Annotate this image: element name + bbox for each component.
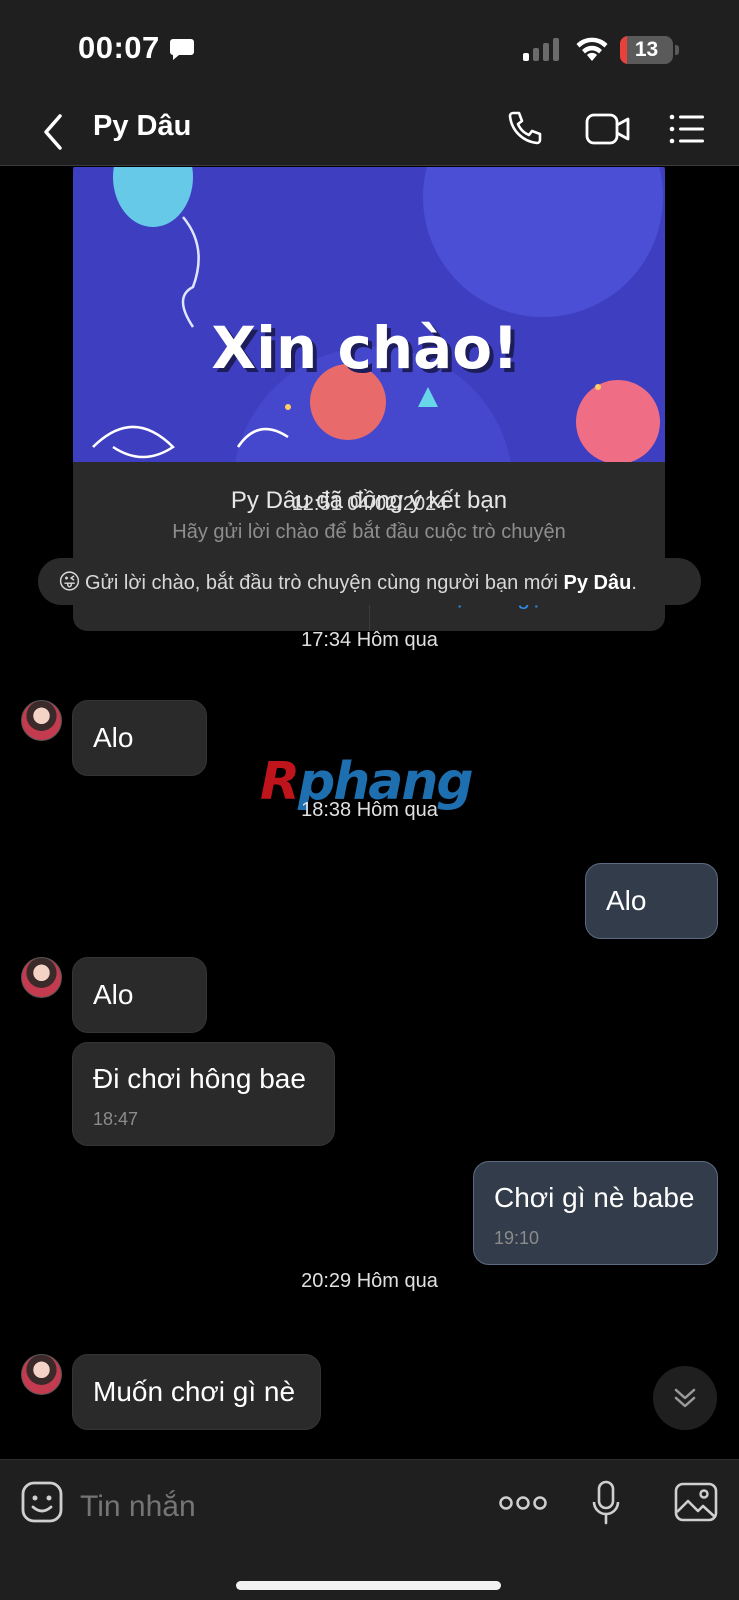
home-indicator[interactable] (236, 1581, 501, 1590)
message-text: Muốn chơi gì nè (93, 1376, 296, 1407)
battery-level: 13 (634, 38, 659, 61)
menu-list-icon[interactable] (668, 110, 706, 148)
battery-cap (675, 45, 679, 55)
sticker-emoji-icon[interactable] (21, 1481, 63, 1523)
status-time: 00:07 (78, 30, 160, 65)
avatar[interactable] (21, 700, 62, 741)
timestamp: 18:38 Hôm qua (301, 799, 438, 821)
chat-area[interactable]: Xin chào! Xin chào! Py Dâu đã đồng ý kết… (0, 167, 739, 1459)
battery-indicator: 13 (620, 36, 673, 64)
message-text: Alo (93, 722, 134, 753)
top-bar: 00:07 13 Py Dâu (0, 0, 739, 166)
incoming-message[interactable]: Alo (72, 700, 207, 776)
greeting-hint: 😜 Gửi lời chào, bắt đầu trò chuyện cùng n… (38, 558, 701, 605)
timestamp: 17:34 Hôm qua (301, 629, 438, 651)
banner-text: Xin chào! (211, 314, 518, 382)
wink-emoji-icon: 😜 (58, 569, 81, 594)
wifi-icon (576, 37, 608, 61)
hint-contact-name: Py Dâu (563, 572, 632, 594)
welcome-banner-image: Xin chào! Xin chào! (73, 167, 665, 462)
hint-text: Gửi lời chào, bắt đầu trò chuyện cùng ng… (84, 572, 564, 594)
avatar[interactable] (21, 1354, 62, 1395)
message-text: Alo (93, 979, 134, 1010)
microphone-icon[interactable] (592, 1480, 620, 1526)
timestamp: 12:51 04/02/2024 (291, 493, 448, 515)
contact-name[interactable]: Py Dâu (93, 110, 191, 143)
message-text: Chơi gì nè babe (494, 1182, 695, 1213)
phone-icon[interactable] (505, 110, 543, 148)
cell-signal-icon (523, 38, 559, 61)
hint-suffix: . (631, 572, 637, 594)
message-time: 18:47 (93, 1109, 139, 1129)
outgoing-message[interactable]: Chơi gì nè babe 19:10 (473, 1161, 718, 1265)
incoming-message[interactable]: Đi chơi hông bae 18:47 (72, 1042, 335, 1146)
outgoing-message[interactable]: Alo (585, 863, 718, 939)
double-chevron-down-icon (674, 1388, 696, 1408)
incoming-message[interactable]: Alo (72, 957, 207, 1033)
message-text: Alo (606, 885, 647, 916)
avatar[interactable] (21, 957, 62, 998)
message-notification-icon (170, 39, 194, 60)
scroll-to-bottom-button[interactable] (653, 1366, 717, 1430)
message-input[interactable] (80, 1484, 460, 1530)
message-time: 19:10 (494, 1228, 540, 1248)
timestamp: 20:29 Hôm qua (301, 1270, 438, 1292)
video-call-icon[interactable] (585, 110, 631, 148)
image-gallery-icon[interactable] (674, 1482, 718, 1522)
more-options-icon[interactable] (499, 1493, 547, 1513)
incoming-message[interactable]: Muốn chơi gì nè (72, 1354, 321, 1430)
message-text: Đi chơi hông bae (93, 1063, 306, 1094)
back-icon[interactable] (38, 112, 68, 152)
message-input-bar (0, 1459, 739, 1600)
welcome-subtitle: Hãy gửi lời chào để bắt đầu cuộc trò chu… (172, 521, 566, 543)
